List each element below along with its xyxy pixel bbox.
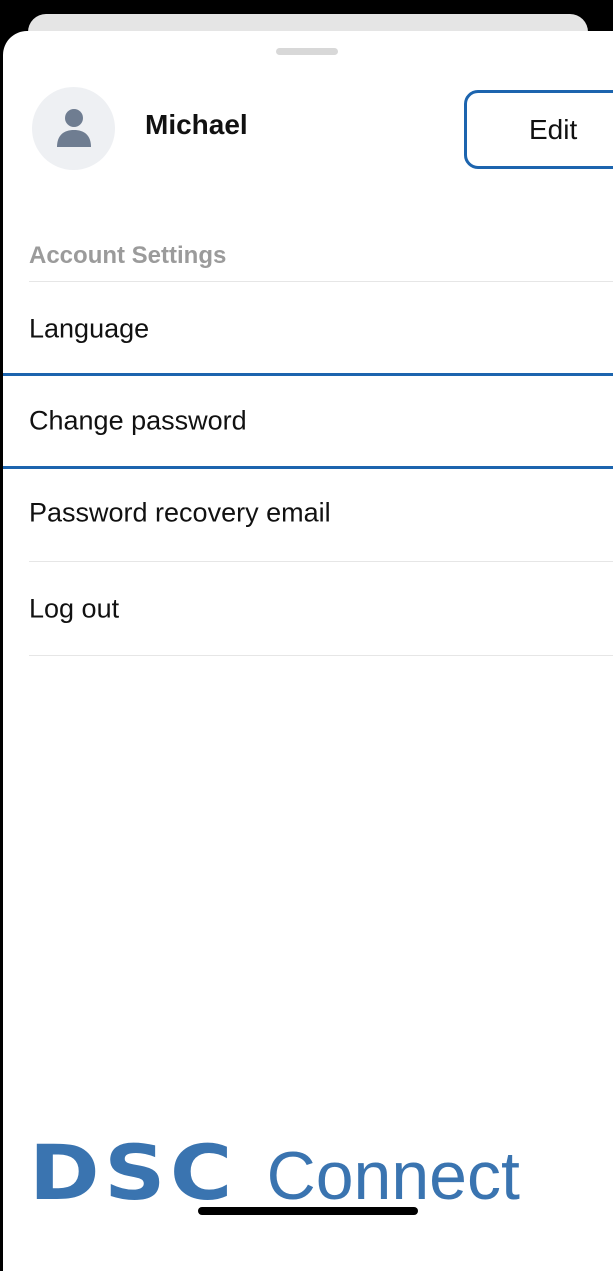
menu-item-label: Change password xyxy=(29,405,247,436)
menu-item-password-recovery-email[interactable]: Password recovery email xyxy=(3,469,613,557)
menu-item-language[interactable]: Language xyxy=(3,285,613,373)
person-icon xyxy=(57,109,91,147)
divider xyxy=(29,655,613,656)
profile-name: Michael xyxy=(145,109,248,140)
edit-profile-button[interactable]: Edit xyxy=(464,90,613,169)
menu-item-change-password[interactable]: Change password xyxy=(3,373,613,469)
avatar xyxy=(32,87,115,170)
divider xyxy=(29,281,613,282)
dsc-connect-logo: DSC Connect xyxy=(29,1128,520,1217)
account-bottom-sheet: Michael Edit Account Settings Language C… xyxy=(3,31,613,1271)
sheet-grabber-handle[interactable] xyxy=(276,48,338,55)
home-indicator xyxy=(198,1207,418,1215)
section-header-account-settings: Account Settings xyxy=(29,242,227,269)
menu-item-label: Password recovery email xyxy=(29,497,331,528)
logo-word: Connect xyxy=(266,1138,520,1214)
divider xyxy=(29,561,613,562)
menu-item-label: Language xyxy=(29,313,150,344)
menu-item-log-out[interactable]: Log out xyxy=(3,563,613,655)
logo-mark: DSC xyxy=(29,1128,237,1217)
menu-item-label: Log out xyxy=(29,593,120,624)
